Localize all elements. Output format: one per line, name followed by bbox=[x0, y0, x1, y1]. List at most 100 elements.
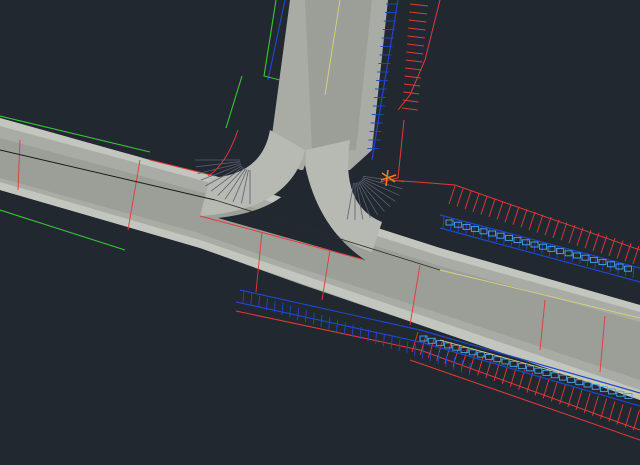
parcel-line-north bbox=[263, 0, 281, 81]
curb-tick bbox=[408, 19, 427, 23]
curb-tick bbox=[592, 232, 600, 251]
curb-stone bbox=[564, 250, 573, 257]
curb-stone bbox=[558, 374, 567, 381]
sidewalk-tick bbox=[382, 334, 385, 347]
curb-tick bbox=[567, 386, 575, 408]
sidewalk-tick bbox=[312, 312, 315, 325]
curb-tick bbox=[520, 209, 528, 228]
fillet-radial bbox=[195, 161, 241, 168]
curb-tick bbox=[600, 398, 608, 419]
curb-tick bbox=[552, 219, 560, 238]
curb-stone bbox=[505, 234, 513, 241]
curb-tick bbox=[584, 230, 592, 249]
parcel-line-northwest bbox=[225, 75, 243, 129]
fillet-radial bbox=[197, 162, 241, 174]
sidewalk-tick bbox=[453, 357, 456, 370]
curb-stone bbox=[567, 376, 576, 383]
sidewalk-tick bbox=[343, 322, 346, 335]
curb-tick bbox=[496, 201, 504, 220]
sidewalk-tick bbox=[281, 302, 284, 316]
curb-stone bbox=[501, 358, 510, 365]
curb-stone bbox=[542, 370, 551, 376]
curb-stone bbox=[575, 379, 584, 386]
sidewalk-tick bbox=[336, 319, 339, 332]
sidewalk-tick bbox=[390, 336, 393, 349]
curb-tick bbox=[583, 392, 591, 414]
curb-stone bbox=[517, 363, 526, 370]
sidewalk-tick bbox=[351, 324, 354, 337]
curb-tick bbox=[409, 3, 429, 7]
sidewalk-tick bbox=[437, 351, 440, 364]
curb-stone bbox=[509, 360, 518, 367]
sidewalk-tick bbox=[414, 343, 417, 356]
curb-tick bbox=[480, 196, 488, 215]
curb-tick bbox=[409, 11, 428, 15]
sidewalk-tick bbox=[375, 331, 378, 344]
road-intersection-drawing[interactable] bbox=[0, 0, 640, 465]
curb-tick bbox=[406, 51, 424, 55]
curb-stone bbox=[471, 226, 479, 233]
curb-tick bbox=[402, 107, 418, 111]
curb-stone bbox=[534, 367, 543, 374]
curb-stone bbox=[598, 259, 607, 266]
curb-north-right bbox=[397, 0, 441, 111]
sidewalk-tick bbox=[465, 221, 468, 235]
sidewalk-tick bbox=[320, 314, 323, 328]
curb-stone bbox=[526, 365, 535, 372]
curb-stone bbox=[573, 252, 581, 259]
curb-tick bbox=[536, 214, 544, 233]
sidewalk-tick bbox=[242, 290, 245, 304]
sidewalk-tick bbox=[556, 245, 559, 259]
fillet-radial bbox=[361, 179, 396, 202]
curb-stone bbox=[454, 221, 462, 228]
sidewalk-tick bbox=[304, 310, 307, 323]
curb-tick bbox=[624, 407, 632, 428]
curb-tick bbox=[406, 43, 425, 47]
curb-tick bbox=[456, 188, 464, 207]
sidewalk-tick bbox=[445, 354, 448, 367]
sidewalk-tick bbox=[548, 243, 551, 257]
curb-tick bbox=[528, 211, 536, 231]
cad-drawing-canvas[interactable] bbox=[0, 0, 640, 465]
curb-tick bbox=[405, 59, 423, 63]
road-geometry bbox=[0, 0, 640, 400]
curb-stone bbox=[522, 239, 530, 246]
fillet-radial bbox=[359, 181, 385, 212]
curb-tick bbox=[448, 185, 456, 205]
sidewalk-tick bbox=[250, 293, 253, 306]
curb-tick bbox=[568, 224, 576, 244]
curb-tick bbox=[403, 83, 421, 87]
curb-stone bbox=[590, 256, 598, 263]
sidewalk-tick bbox=[460, 360, 463, 373]
curb-corner-right bbox=[389, 179, 640, 251]
curb-tick bbox=[575, 389, 583, 411]
curb-stone bbox=[445, 219, 454, 226]
sidewalk-tick bbox=[406, 341, 409, 354]
curb-tick bbox=[576, 227, 584, 246]
curb-stone bbox=[496, 232, 505, 239]
curb-tick bbox=[591, 395, 599, 416]
curb-tick bbox=[608, 237, 616, 257]
curb-tick bbox=[405, 67, 422, 71]
curb-tick bbox=[512, 206, 520, 225]
curb-tick bbox=[544, 217, 552, 236]
sidewalk-tick bbox=[289, 305, 292, 318]
sidewalk-tick bbox=[258, 295, 261, 308]
curb-tick bbox=[608, 401, 616, 422]
curb-tick bbox=[616, 404, 624, 425]
curb-left-corner bbox=[207, 129, 239, 177]
curb-stone bbox=[547, 245, 556, 252]
curb-tick bbox=[488, 198, 496, 218]
curb-tick bbox=[550, 381, 558, 402]
sidewalk-tick bbox=[472, 223, 475, 237]
sidewalk-tick bbox=[632, 265, 635, 279]
sidewalk-tick bbox=[328, 317, 331, 330]
curb-tick bbox=[408, 27, 426, 31]
sidewalk-tick bbox=[480, 225, 483, 239]
curb-stone bbox=[550, 372, 559, 379]
curb-tick bbox=[407, 35, 425, 39]
curb-stone bbox=[615, 263, 624, 270]
curb-tick bbox=[559, 384, 567, 405]
curb-corner-right-inner bbox=[379, 119, 405, 183]
sidewalk-tick bbox=[468, 363, 471, 376]
